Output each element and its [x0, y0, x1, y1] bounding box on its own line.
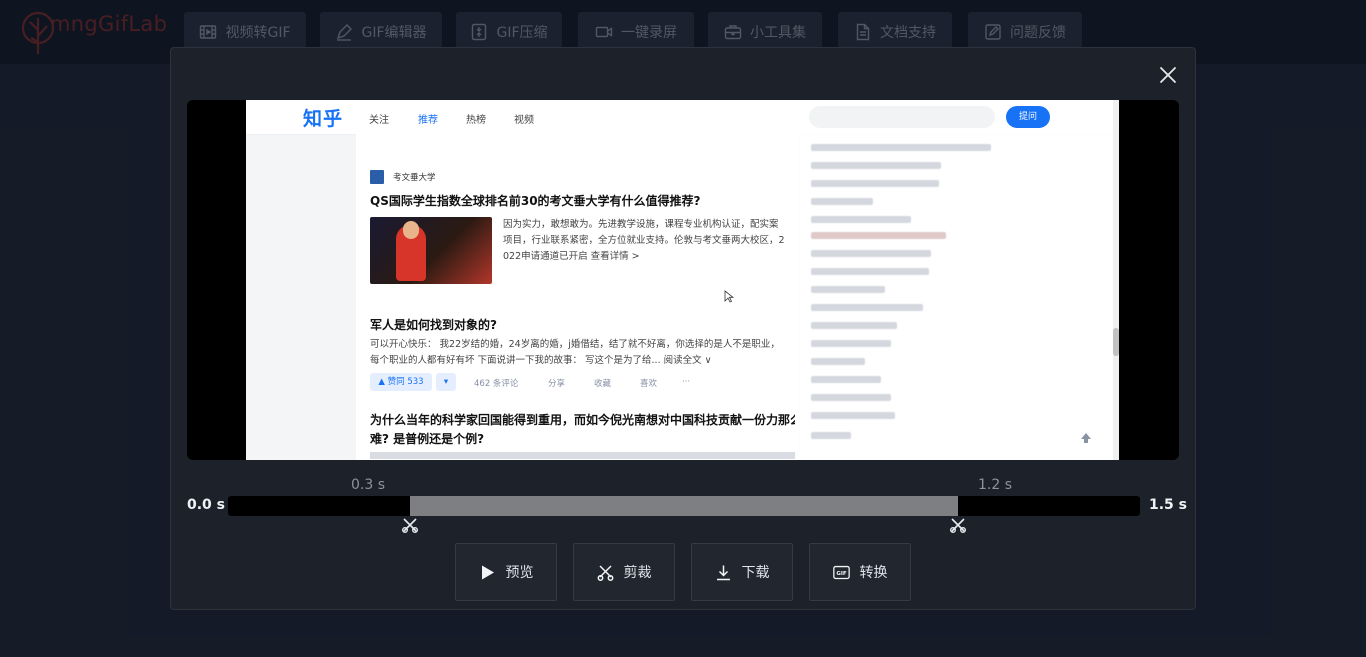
- frame-post-text: 022申请通道已开启 查看详情 >: [503, 251, 640, 262]
- frame-post-meta: 收藏: [594, 379, 612, 389]
- scissors-icon: [597, 564, 613, 581]
- frame-sidebar-line: [811, 198, 873, 205]
- frame-back-to-top-icon: [1081, 433, 1091, 443]
- frame-tab: 视频: [514, 115, 534, 126]
- close-icon[interactable]: [1157, 64, 1179, 86]
- frame-site-logo: 知乎: [303, 108, 344, 130]
- frame-site-header: 知乎 关注 推荐 热榜 视频 提问: [246, 100, 1119, 135]
- frame-vote-button: ▲ 赞同 533: [370, 373, 432, 391]
- frame-post-meta: 分享: [548, 379, 566, 389]
- frame-sidebar-line: [811, 340, 891, 347]
- frame-scroll-thumb: [1113, 328, 1119, 356]
- preview-button-label: 预览: [505, 565, 534, 581]
- frame-post-title: 军人是如何找到对象的?: [370, 318, 497, 332]
- frame-sidebar-line: [811, 412, 895, 419]
- frame-sidebar: [799, 134, 1113, 460]
- svg-text:GIF: GIF: [836, 571, 847, 577]
- video-trim-modal: 知乎 关注 推荐 热榜 视频 提问 考文垂大学 QS国际学生指数全球排名前30的…: [170, 47, 1196, 610]
- selection-end-time: 1.2 s: [978, 477, 1013, 493]
- frame-post-meta: 喜欢: [640, 379, 658, 389]
- frame-tab: 关注: [369, 115, 389, 126]
- gif-icon: GIF: [832, 565, 850, 579]
- frame-mouse-cursor-icon: [724, 290, 734, 303]
- timeline-start-label: 0.0 s: [187, 497, 226, 513]
- frame-post-text-cropped: [370, 452, 795, 459]
- frame-thumbnail-face: [403, 221, 419, 239]
- frame-sidebar-line: [811, 232, 946, 239]
- timeline-track[interactable]: [228, 496, 1140, 516]
- frame-sidebar-line: [811, 216, 911, 223]
- frame-scrollbar: [1113, 100, 1119, 460]
- frame-sidebar-line: [811, 432, 851, 439]
- frame-sidebar-line: [811, 394, 891, 401]
- convert-button-label: 转换: [859, 565, 888, 581]
- convert-button[interactable]: GIF 转换: [809, 543, 911, 601]
- selection-start-time: 0.3 s: [351, 477, 386, 493]
- frame-sidebar-line: [811, 322, 897, 329]
- timeline-selection[interactable]: [410, 496, 958, 516]
- frame-post-title: QS国际学生指数全球排名前30的考文垂大学有什么值得推荐?: [370, 194, 701, 208]
- frame-author-avatar: [370, 170, 384, 184]
- frame-sidebar-line: [811, 358, 865, 365]
- crop-button-label: 剪裁: [623, 565, 652, 581]
- play-icon: [481, 565, 494, 579]
- timeline-end-label: 1.5 s: [1149, 497, 1188, 513]
- frame-tab: 热榜: [466, 115, 486, 126]
- frame-sidebar-line: [811, 162, 941, 169]
- trim-end-handle-icon[interactable]: [949, 516, 967, 534]
- frame-search-box: [809, 106, 995, 128]
- frame-post-text: 因为实力，敢想敢为。先进教学设施，课程专业机构认证，配实案: [503, 219, 779, 230]
- download-button[interactable]: 下载: [691, 543, 793, 601]
- frame-ask-button: 提问: [1006, 106, 1050, 128]
- frame-post-text: 项目，行业联系紧密，全方位就业支持。伦敦与考文垂两大校区，2: [503, 235, 785, 246]
- crop-button[interactable]: 剪裁: [573, 543, 675, 601]
- frame-author-name: 考文垂大学: [393, 173, 436, 183]
- download-icon: [716, 565, 730, 580]
- download-button-label: 下载: [741, 565, 770, 581]
- frame-post-meta: 462 条评论: [474, 379, 519, 389]
- frame-post-text: 可以开心快乐： 我22岁结的婚，24岁离的婚，j婚借结，结了就不好离，你选择的是…: [370, 339, 780, 350]
- trim-start-handle-icon[interactable]: [401, 516, 419, 534]
- frame-post-text: 每个职业的人都有好有坏 下面说讲一下我的故事： 写这个是为了给... 阅读全文 …: [370, 355, 712, 366]
- frame-sidebar-line: [811, 376, 881, 383]
- frame-sidebar-line: [811, 304, 923, 311]
- video-player[interactable]: 知乎 关注 推荐 热榜 视频 提问 考文垂大学 QS国际学生指数全球排名前30的…: [187, 100, 1179, 460]
- frame-post-meta: ···: [682, 377, 691, 387]
- frame-post-title: 难? 是普例还是个例?: [370, 432, 485, 446]
- frame-sidebar-line: [811, 180, 939, 187]
- preview-button[interactable]: 预览: [455, 543, 557, 601]
- frame-post-title: 为什么当年的科学家回国能得到重用，而如今倪光南想对中国科技贡献一份力那么: [370, 413, 795, 427]
- frame-sidebar-line: [811, 250, 931, 257]
- frame-sidebar-line: [811, 268, 929, 275]
- frame-post-thumbnail: [370, 217, 492, 284]
- frame-sidebar-line: [811, 286, 885, 293]
- frame-vote-down: ▾: [436, 373, 456, 391]
- frame-tab-active: 推荐: [418, 115, 438, 126]
- frame-sidebar-line: [811, 144, 991, 151]
- video-frame: 知乎 关注 推荐 热榜 视频 提问 考文垂大学 QS国际学生指数全球排名前30的…: [246, 100, 1119, 460]
